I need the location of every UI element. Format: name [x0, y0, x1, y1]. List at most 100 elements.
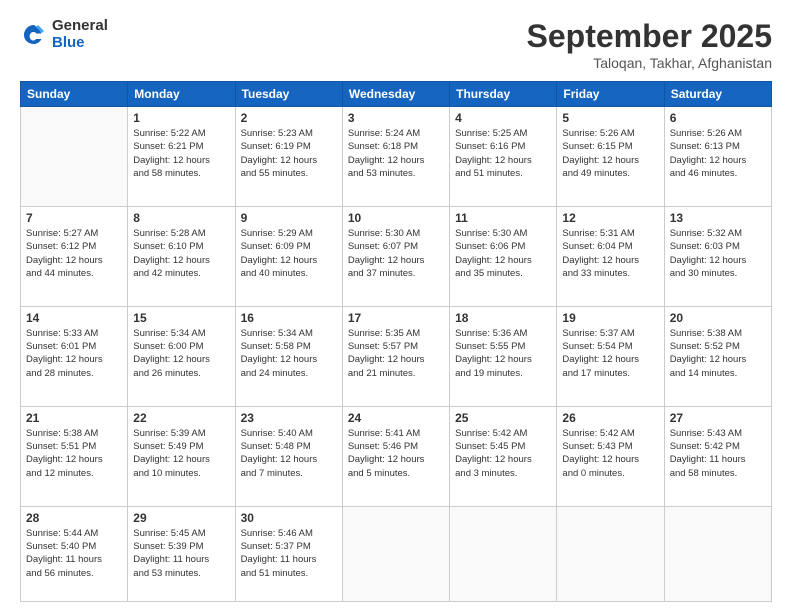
cell-content-line: and 19 minutes.	[455, 367, 551, 380]
logo-general-text: General	[52, 18, 108, 35]
cell-content-line: Sunrise: 5:28 AM	[133, 227, 229, 240]
calendar-cell: 22Sunrise: 5:39 AMSunset: 5:49 PMDayligh…	[128, 406, 235, 506]
col-saturday: Saturday	[664, 82, 771, 107]
cell-content-line: Sunrise: 5:42 AM	[455, 427, 551, 440]
cell-content-line: Sunset: 6:10 PM	[133, 240, 229, 253]
logo-text: General Blue	[52, 18, 108, 51]
day-number: 14	[26, 311, 122, 325]
cell-content-line: Sunrise: 5:38 AM	[26, 427, 122, 440]
cell-content-line: Sunrise: 5:38 AM	[670, 327, 766, 340]
cell-content-line: Sunset: 6:07 PM	[348, 240, 444, 253]
calendar-cell: 19Sunrise: 5:37 AMSunset: 5:54 PMDayligh…	[557, 306, 664, 406]
cell-content-line: Sunrise: 5:26 AM	[670, 127, 766, 140]
calendar-cell: 26Sunrise: 5:42 AMSunset: 5:43 PMDayligh…	[557, 406, 664, 506]
calendar-cell: 7Sunrise: 5:27 AMSunset: 6:12 PMDaylight…	[21, 206, 128, 306]
day-number: 22	[133, 411, 229, 425]
day-number: 25	[455, 411, 551, 425]
calendar-cell: 12Sunrise: 5:31 AMSunset: 6:04 PMDayligh…	[557, 206, 664, 306]
cell-content-line: Daylight: 12 hours	[562, 254, 658, 267]
day-number: 16	[241, 311, 337, 325]
cell-content-line: and 33 minutes.	[562, 267, 658, 280]
cell-content-line: Daylight: 12 hours	[348, 353, 444, 366]
cell-content-line: Daylight: 12 hours	[133, 353, 229, 366]
cell-content-line: Sunset: 5:39 PM	[133, 540, 229, 553]
calendar-cell: 20Sunrise: 5:38 AMSunset: 5:52 PMDayligh…	[664, 306, 771, 406]
cell-content-line: Sunrise: 5:26 AM	[562, 127, 658, 140]
calendar-cell: 24Sunrise: 5:41 AMSunset: 5:46 PMDayligh…	[342, 406, 449, 506]
cell-content-line: and 10 minutes.	[133, 467, 229, 480]
cell-content-line: and 55 minutes.	[241, 167, 337, 180]
cell-content-line: Sunrise: 5:46 AM	[241, 527, 337, 540]
day-number: 26	[562, 411, 658, 425]
day-number: 17	[348, 311, 444, 325]
cell-content-line: Daylight: 12 hours	[670, 254, 766, 267]
cell-content-line: and 46 minutes.	[670, 167, 766, 180]
cell-content-line: and 28 minutes.	[26, 367, 122, 380]
cell-content-line: Sunset: 5:46 PM	[348, 440, 444, 453]
cell-content-line: Sunrise: 5:39 AM	[133, 427, 229, 440]
logo-blue-text: Blue	[52, 35, 108, 52]
calendar-week-1: 7Sunrise: 5:27 AMSunset: 6:12 PMDaylight…	[21, 206, 772, 306]
cell-content-line: Daylight: 12 hours	[241, 353, 337, 366]
calendar-cell: 30Sunrise: 5:46 AMSunset: 5:37 PMDayligh…	[235, 506, 342, 601]
cell-content-line: Sunrise: 5:45 AM	[133, 527, 229, 540]
cell-content-line: and 58 minutes.	[133, 167, 229, 180]
day-number: 7	[26, 211, 122, 225]
cell-content-line: Sunrise: 5:37 AM	[562, 327, 658, 340]
cell-content-line: Daylight: 12 hours	[562, 154, 658, 167]
cell-content-line: Sunset: 5:45 PM	[455, 440, 551, 453]
cell-content-line: and 56 minutes.	[26, 567, 122, 580]
cell-content-line: Sunset: 5:58 PM	[241, 340, 337, 353]
cell-content-line: Sunset: 5:42 PM	[670, 440, 766, 453]
cell-content-line: Sunset: 6:18 PM	[348, 140, 444, 153]
day-number: 24	[348, 411, 444, 425]
day-number: 23	[241, 411, 337, 425]
cell-content-line: Sunrise: 5:30 AM	[455, 227, 551, 240]
cell-content-line: Daylight: 12 hours	[562, 353, 658, 366]
calendar-cell: 9Sunrise: 5:29 AMSunset: 6:09 PMDaylight…	[235, 206, 342, 306]
day-number: 15	[133, 311, 229, 325]
day-number: 20	[670, 311, 766, 325]
calendar-cell: 27Sunrise: 5:43 AMSunset: 5:42 PMDayligh…	[664, 406, 771, 506]
day-number: 13	[670, 211, 766, 225]
cell-content-line: Daylight: 12 hours	[133, 254, 229, 267]
calendar-cell	[450, 506, 557, 601]
cell-content-line: and 58 minutes.	[670, 467, 766, 480]
cell-content-line: Daylight: 12 hours	[348, 254, 444, 267]
col-tuesday: Tuesday	[235, 82, 342, 107]
day-number: 12	[562, 211, 658, 225]
day-number: 5	[562, 111, 658, 125]
col-monday: Monday	[128, 82, 235, 107]
cell-content-line: and 30 minutes.	[670, 267, 766, 280]
cell-content-line: Sunrise: 5:29 AM	[241, 227, 337, 240]
cell-content-line: Daylight: 12 hours	[562, 453, 658, 466]
cell-content-line: Daylight: 11 hours	[133, 553, 229, 566]
cell-content-line: Sunset: 6:04 PM	[562, 240, 658, 253]
cell-content-line: and 53 minutes.	[348, 167, 444, 180]
cell-content-line: and 53 minutes.	[133, 567, 229, 580]
cell-content-line: and 14 minutes.	[670, 367, 766, 380]
cell-content-line: Sunset: 5:54 PM	[562, 340, 658, 353]
day-number: 8	[133, 211, 229, 225]
calendar-cell: 13Sunrise: 5:32 AMSunset: 6:03 PMDayligh…	[664, 206, 771, 306]
calendar-cell	[557, 506, 664, 601]
day-number: 27	[670, 411, 766, 425]
cell-content-line: Sunrise: 5:24 AM	[348, 127, 444, 140]
day-number: 21	[26, 411, 122, 425]
cell-content-line: Sunset: 6:19 PM	[241, 140, 337, 153]
cell-content-line: Daylight: 11 hours	[241, 553, 337, 566]
cell-content-line: and 42 minutes.	[133, 267, 229, 280]
calendar-cell: 1Sunrise: 5:22 AMSunset: 6:21 PMDaylight…	[128, 107, 235, 207]
cell-content-line: Sunset: 6:12 PM	[26, 240, 122, 253]
title-month: September 2025	[527, 18, 772, 55]
cell-content-line: Sunset: 6:03 PM	[670, 240, 766, 253]
cell-content-line: Daylight: 12 hours	[455, 353, 551, 366]
cell-content-line: and 44 minutes.	[26, 267, 122, 280]
cell-content-line: and 49 minutes.	[562, 167, 658, 180]
day-number: 11	[455, 211, 551, 225]
cell-content-line: Sunset: 6:13 PM	[670, 140, 766, 153]
cell-content-line: Sunset: 6:00 PM	[133, 340, 229, 353]
cell-content-line: Sunset: 5:52 PM	[670, 340, 766, 353]
cell-content-line: Sunrise: 5:22 AM	[133, 127, 229, 140]
day-number: 29	[133, 511, 229, 525]
